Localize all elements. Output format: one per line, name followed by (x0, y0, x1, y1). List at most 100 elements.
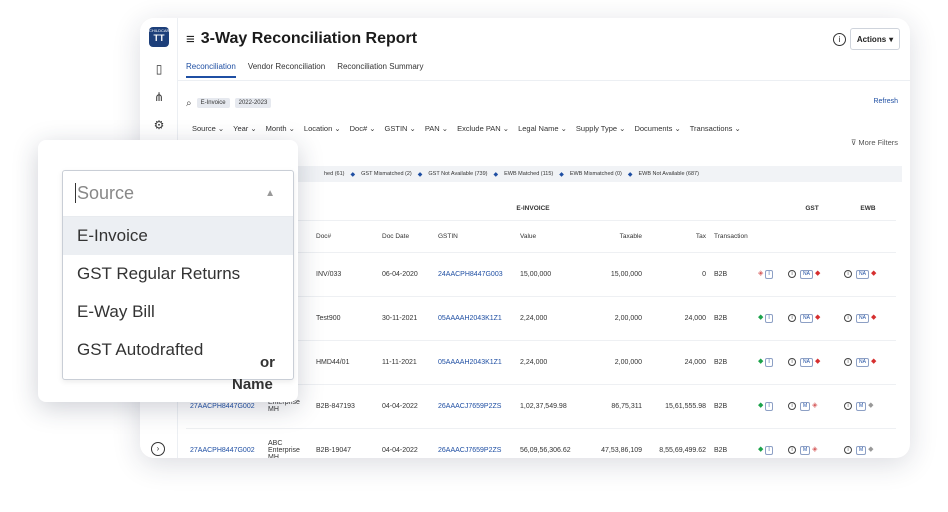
info-icon[interactable]: i (788, 314, 796, 322)
filter-doc[interactable]: Doc# ⌄ (350, 124, 376, 133)
menu-icon[interactable]: ≡ (186, 31, 195, 48)
info-icon[interactable]: i (833, 33, 846, 46)
filter-pan[interactable]: PAN ⌄ (425, 124, 448, 133)
gst-badge: M (800, 402, 811, 411)
filter-gstin[interactable]: GSTIN ⌄ (385, 124, 416, 133)
status-diamond-icon: ◆ (868, 402, 874, 409)
filter-year[interactable]: Year ⌄ (233, 124, 257, 133)
filter-chip[interactable]: E-Invoice (196, 98, 230, 108)
ewb-badge: M (856, 402, 867, 411)
status-item[interactable]: EWB Mismatched (0) (570, 171, 622, 177)
status-diamond-icon: ◆ (870, 270, 877, 277)
col-value[interactable]: Value (516, 220, 586, 253)
status-diamond-icon: ◆ (814, 270, 821, 277)
group-header-einvoice: E-INVOICE (312, 198, 754, 221)
info-badge[interactable]: I (765, 446, 773, 455)
group-header-ewb: EWB (840, 198, 896, 221)
info-badge[interactable]: I (765, 270, 773, 279)
tab-vendor-reconciliation[interactable]: Vendor Reconciliation (248, 62, 325, 78)
tab-bar: Reconciliation Vendor Reconciliation Rec… (186, 62, 423, 78)
info-badge[interactable]: I (765, 402, 773, 411)
info-badge[interactable]: I (765, 358, 773, 367)
col-transaction[interactable]: Transaction (710, 220, 754, 253)
filter-legal-name[interactable]: Legal Name ⌄ (518, 124, 567, 133)
info-icon[interactable]: i (788, 358, 796, 366)
filter-bar: Source ⌄ Year ⌄ Month ⌄ Location ⌄ Doc# … (192, 124, 741, 133)
diamond-icon: ◆ (559, 171, 564, 178)
info-icon[interactable]: i (788, 446, 796, 454)
col-doc-date[interactable]: Doc Date (378, 220, 434, 253)
info-icon[interactable]: i (844, 446, 852, 454)
gst-badge: NA (800, 270, 813, 279)
filter-source[interactable]: Source ⌄ (192, 124, 224, 133)
filter-exclude-pan[interactable]: Exclude PAN ⌄ (457, 124, 509, 133)
book-icon[interactable]: ▯ (151, 62, 167, 76)
filter-supply-type[interactable]: Supply Type ⌄ (576, 124, 626, 133)
chevron-up-icon[interactable]: ▲ (265, 188, 275, 199)
column-label-fragment: or (260, 354, 275, 371)
column-label-name: Name (232, 376, 273, 393)
app-logo[interactable]: CHILDCARE TT (149, 27, 173, 47)
option-e-invoice[interactable]: E-Invoice (63, 217, 293, 255)
info-badge[interactable]: I (765, 314, 773, 323)
ewb-badge: M (856, 446, 867, 455)
match-icon: ◆ (758, 446, 764, 453)
filter-location[interactable]: Location ⌄ (304, 124, 341, 133)
status-item[interactable]: hed (61) (324, 171, 345, 177)
match-icon: ◆ (758, 358, 764, 365)
org-chart-icon[interactable]: ⋔ (151, 90, 167, 104)
status-diamond-icon: ◆ (814, 358, 821, 365)
collapse-icon[interactable]: › (151, 442, 165, 456)
search-bar[interactable]: ⌕ E-Invoice 2022-2023 Refresh (186, 94, 902, 112)
filter-transactions[interactable]: Transactions ⌄ (690, 124, 741, 133)
status-item[interactable]: EWB Not Available (687) (638, 171, 698, 177)
status-item[interactable]: GST Mismatched (2) (361, 171, 412, 177)
refresh-link[interactable]: Refresh (873, 98, 898, 105)
match-icon: ◆ (758, 314, 764, 321)
search-icon: ⌕ (186, 97, 192, 109)
info-icon[interactable]: i (788, 270, 796, 278)
logo-caption: CHILDCARE (149, 28, 173, 33)
col-taxable[interactable]: Taxable (586, 220, 646, 253)
diamond-icon: ◆ (493, 171, 499, 178)
table-row[interactable]: 27AACPH8447G002 ABC Enterprise MH B2B-19… (186, 428, 896, 458)
filter-documents[interactable]: Documents ⌄ (634, 124, 680, 133)
user-settings-icon[interactable]: ⚙ (151, 118, 167, 132)
info-icon[interactable]: i (788, 402, 796, 410)
tab-reconciliation[interactable]: Reconciliation (186, 62, 236, 78)
status-diamond-icon: ◆ (814, 314, 821, 321)
filter-chip[interactable]: 2022-2023 (234, 98, 272, 108)
source-placeholder: Source (77, 183, 135, 203)
more-filters-button[interactable]: ⊽ More Filters (851, 138, 898, 147)
title-row: ≡ 3-Way Reconciliation Report (186, 30, 417, 48)
option-e-way-bill[interactable]: E-Way Bill (63, 293, 293, 331)
group-header-gst: GST (784, 198, 840, 221)
status-item[interactable]: GST Not Available (739) (428, 171, 487, 177)
status-diamond-icon: ◆ (870, 358, 877, 365)
info-icon[interactable]: i (844, 358, 852, 366)
text-cursor (75, 183, 76, 203)
col-gstin[interactable]: GSTIN (434, 220, 516, 253)
info-icon[interactable]: i (844, 270, 852, 278)
mismatch-icon: ◈ (812, 402, 818, 409)
info-icon[interactable]: i (844, 314, 852, 322)
info-icon[interactable]: i (844, 402, 852, 410)
divider (178, 80, 910, 81)
status-summary: hed (61) ◆ GST Mismatched (2) ◆ GST Not … (216, 166, 902, 182)
logo-text: TT (153, 33, 165, 43)
filter-month[interactable]: Month ⌄ (266, 124, 295, 133)
match-icon: ◆ (758, 402, 764, 409)
funnel-icon: ⊽ (850, 138, 857, 147)
mismatch-icon: ◈ (758, 270, 764, 277)
ewb-badge: NA (856, 314, 869, 323)
tab-reconciliation-summary[interactable]: Reconciliation Summary (337, 62, 423, 78)
col-doc[interactable]: Doc# (312, 220, 378, 253)
option-gst-autodrafted[interactable]: GST Autodrafted (63, 331, 293, 369)
page-title: 3-Way Reconciliation Report (200, 30, 418, 47)
source-select[interactable]: Source ▲ (63, 171, 293, 217)
col-tax[interactable]: Tax (646, 220, 710, 253)
option-gst-regular-returns[interactable]: GST Regular Returns (63, 255, 293, 293)
status-item[interactable]: EWB Matched (115) (504, 171, 553, 177)
actions-button[interactable]: Actions ▾ (850, 28, 900, 50)
source-dropdown[interactable]: Source ▲ E-Invoice GST Regular Returns E… (62, 170, 294, 380)
